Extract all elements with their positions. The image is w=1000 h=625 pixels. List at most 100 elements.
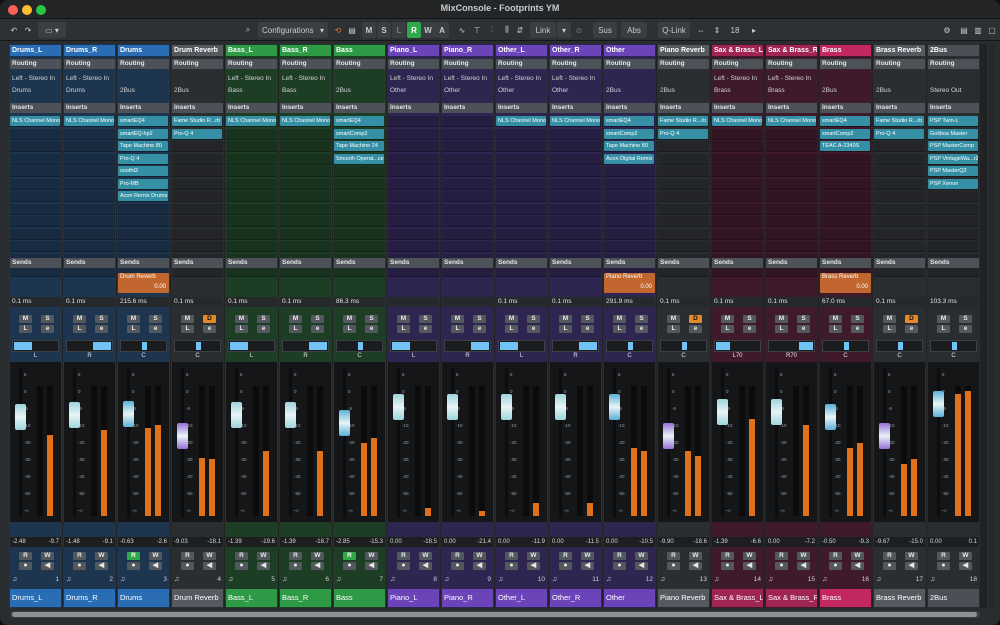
- volume-fader[interactable]: [15, 404, 26, 431]
- insert-slot[interactable]: [820, 216, 871, 227]
- edit-button[interactable]: e: [311, 325, 324, 333]
- q-link-button[interactable]: Q-Link: [658, 22, 690, 38]
- edit-button[interactable]: e: [689, 325, 702, 333]
- routing-output[interactable]: 2Bus: [174, 87, 222, 94]
- insert-slot[interactable]: [172, 241, 223, 252]
- insert-slot[interactable]: [874, 216, 925, 227]
- routing-input[interactable]: Left - Stereo In: [552, 75, 600, 82]
- insert-slot[interactable]: [172, 166, 223, 177]
- insert-slot[interactable]: [496, 216, 547, 227]
- insert-slot[interactable]: [280, 203, 331, 215]
- insert-slot[interactable]: [280, 153, 331, 165]
- insert-plugin[interactable]: NLS Channel Mono: [10, 116, 60, 126]
- sends-header[interactable]: Sends: [874, 258, 925, 268]
- insert-slot[interactable]: [10, 216, 61, 227]
- insert-slot[interactable]: [388, 216, 439, 227]
- inserts-header[interactable]: Inserts: [604, 103, 655, 113]
- insert-plugin[interactable]: Smooth Operat...ce: [334, 153, 384, 164]
- pan-control[interactable]: [606, 340, 653, 352]
- insert-slot[interactable]: [766, 178, 817, 190]
- dim-button[interactable]: D: [905, 315, 918, 323]
- insert-slot[interactable]: [496, 141, 547, 152]
- edit-button[interactable]: e: [581, 325, 594, 333]
- peak-readout[interactable]: -18.6: [693, 537, 707, 547]
- monitor-button[interactable]: ◀: [527, 562, 540, 570]
- routing-header[interactable]: Routing: [10, 59, 61, 69]
- delay-compensation[interactable]: 0.1 ms: [64, 297, 115, 307]
- insert-slot[interactable]: [550, 191, 601, 202]
- edit-button[interactable]: e: [473, 325, 486, 333]
- record-button[interactable]: ●: [613, 562, 626, 570]
- write-automation-button[interactable]: W: [95, 552, 108, 560]
- pan-control[interactable]: [552, 340, 599, 352]
- insert-slot[interactable]: [280, 166, 331, 177]
- pan-control[interactable]: [120, 340, 167, 352]
- write-automation-button[interactable]: W: [527, 552, 540, 560]
- insert-slot[interactable]: [928, 228, 979, 240]
- mute-button[interactable]: M: [505, 315, 518, 323]
- routing-header[interactable]: Routing: [766, 59, 817, 69]
- solo-button[interactable]: S: [473, 315, 486, 323]
- channel-name[interactable]: Sax & Brass_L: [712, 45, 763, 56]
- insert-slot[interactable]: [10, 228, 61, 240]
- sends-header[interactable]: Sends: [766, 258, 817, 268]
- insert-slot[interactable]: [172, 203, 223, 215]
- insert-slot[interactable]: [712, 191, 763, 202]
- insert-slot[interactable]: [928, 191, 979, 202]
- monitor-button[interactable]: ◀: [203, 562, 216, 570]
- insert-plugin[interactable]: PSP Twin-L: [928, 116, 978, 126]
- record-button[interactable]: ●: [883, 562, 896, 570]
- insert-plugin[interactable]: NLS Channel Mono: [226, 116, 276, 126]
- insert-slot[interactable]: [334, 216, 385, 227]
- insert-slot[interactable]: [658, 228, 709, 240]
- insert-plugin[interactable]: smartEQ4: [820, 116, 870, 126]
- routing-header[interactable]: Routing: [64, 59, 115, 69]
- volume-readout[interactable]: -0.50: [822, 537, 836, 547]
- write-automation-button[interactable]: W: [959, 552, 972, 560]
- insert-slot[interactable]: [550, 153, 601, 165]
- mute-button[interactable]: M: [343, 315, 356, 323]
- sends-header[interactable]: Sends: [226, 258, 277, 268]
- insert-slot[interactable]: [496, 228, 547, 240]
- volume-fader[interactable]: [123, 400, 134, 427]
- read-automation-button[interactable]: R: [289, 552, 302, 560]
- insert-slot[interactable]: [172, 191, 223, 202]
- insert-slot[interactable]: [334, 241, 385, 252]
- sends-header[interactable]: Sends: [604, 258, 655, 268]
- inserts-header[interactable]: Inserts: [10, 103, 61, 113]
- channel-name[interactable]: Other_R: [550, 45, 601, 56]
- pan-control[interactable]: [336, 340, 383, 352]
- insert-slot[interactable]: [280, 241, 331, 252]
- insert-slot[interactable]: [874, 228, 925, 240]
- channel-name[interactable]: Bass_R: [280, 45, 331, 56]
- insert-slot[interactable]: [604, 191, 655, 202]
- read-automation-button[interactable]: R: [883, 552, 896, 560]
- insert-slot[interactable]: [658, 153, 709, 165]
- write-automation-button[interactable]: W: [419, 552, 432, 560]
- mute-button[interactable]: M: [667, 315, 680, 323]
- insert-slot[interactable]: [874, 203, 925, 215]
- insert-slot[interactable]: [604, 166, 655, 177]
- filter-icon[interactable]: ⊤: [470, 22, 484, 38]
- mute-button[interactable]: M: [19, 315, 32, 323]
- insert-slot[interactable]: [820, 203, 871, 215]
- sends-header[interactable]: Sends: [280, 258, 331, 268]
- insert-plugin[interactable]: TEAC A-2340S: [820, 141, 870, 151]
- channel-name-footer[interactable]: Other_L: [496, 589, 547, 607]
- left-zone-icon[interactable]: ▤: [958, 22, 970, 38]
- routing-output[interactable]: Other: [552, 87, 600, 94]
- monitor-button[interactable]: ◀: [473, 562, 486, 570]
- global-listen-button[interactable]: L: [392, 22, 406, 38]
- inserts-header[interactable]: Inserts: [550, 103, 601, 113]
- send-slot[interactable]: Brass Reverb 0.00: [820, 273, 871, 293]
- channel-name-footer[interactable]: Other: [604, 589, 655, 607]
- dynamics-icon[interactable]: ⫼: [500, 22, 514, 38]
- peak-readout[interactable]: -2.6: [157, 537, 167, 547]
- insert-plugin[interactable]: sootht2: [118, 166, 168, 176]
- insert-slot[interactable]: [874, 166, 925, 177]
- insert-slot[interactable]: [64, 203, 115, 215]
- read-automation-button[interactable]: R: [937, 552, 950, 560]
- solo-button[interactable]: S: [149, 315, 162, 323]
- solo-button[interactable]: S: [959, 315, 972, 323]
- insert-slot[interactable]: [64, 128, 115, 140]
